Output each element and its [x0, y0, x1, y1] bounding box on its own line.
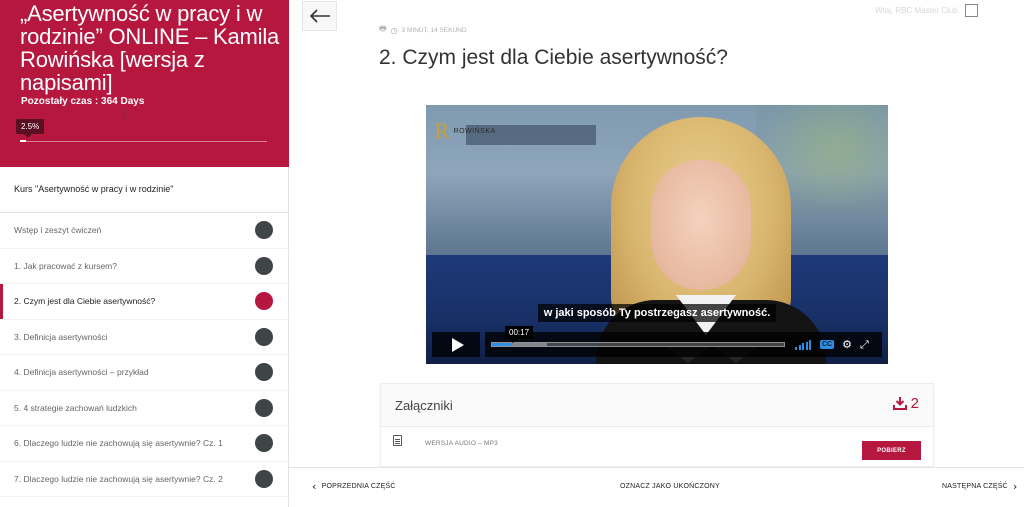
back-button[interactable]: [302, 1, 337, 31]
lesson-label: Wstęp i zeszyt ćwiczeń: [14, 225, 102, 236]
mark-complete-button[interactable]: OZNACZ JAKO UKOŃCZONY: [620, 483, 720, 490]
attachments-header: Załączniki 2: [381, 384, 933, 427]
seek-timecode: 00:17: [505, 326, 534, 343]
attachment-item: WERSJA AUDIO – MP3 POBIERZ: [381, 428, 933, 468]
previous-lesson-label: POPRZEDNIA CZĘŚĆ: [321, 483, 396, 490]
volume-icon[interactable]: [795, 339, 811, 350]
lesson-item[interactable]: 3. Definicja asertywności: [0, 320, 289, 355]
video-frame-person-face: [651, 160, 751, 290]
text-cursor-icon: Ⅰ: [122, 108, 126, 122]
closed-captions-button[interactable]: CC: [820, 340, 835, 349]
lesson-item[interactable]: 5. 4 strategie zachowań ludzkich: [0, 391, 289, 426]
lesson-item[interactable]: 4. Definicja asertywności – przykład: [0, 355, 289, 391]
course-header: „Asertywność w pracy i w rodzinie” ONLIN…: [0, 0, 289, 167]
video-logo-text: ROWIŃSKA: [453, 127, 496, 135]
fullscreen-icon[interactable]: ⤢: [860, 338, 869, 352]
chevron-left-icon: ‹: [312, 480, 317, 493]
video-subtitle: w jaki sposób Ty postrzegasz asertywność…: [426, 303, 888, 322]
next-lesson-link[interactable]: NASTĘPNA CZĘŚĆ ›: [942, 480, 1018, 493]
lesson-label: 5. 4 strategie zachowań ludzkich: [14, 402, 137, 413]
lesson-meta: 🖶 ◷ 3 MINUT, 14 SEKUND: [379, 23, 467, 37]
course-sidebar: „Asertywność w pracy i w rodzinie” ONLIN…: [0, 0, 289, 507]
lesson-status-dot: [255, 363, 273, 382]
lesson-status-dot: [255, 469, 273, 488]
chevron-right-icon: ›: [1012, 480, 1018, 493]
lesson-status-dot: [255, 221, 273, 240]
watermark: Wtaj, RBC Master Club: [875, 4, 978, 17]
lesson-item-active[interactable]: 2. Czym jest dla Ciebie asertywność?: [0, 284, 289, 320]
lesson-label: 4. Definicja asertywności – przykład: [14, 367, 149, 378]
previous-lesson-link[interactable]: ‹ POPRZEDNIA CZĘŚĆ: [312, 480, 396, 493]
played-fill: [492, 343, 513, 346]
checkbox[interactable]: [964, 4, 978, 17]
lesson-item[interactable]: 7. Dlaczego ludzie nie zachowują się ase…: [0, 462, 289, 497]
course-title: „Asertywność w pracy i w rodzinie” ONLIN…: [20, 1, 280, 95]
attachments-panel: Załączniki 2 WERSJA AUDIO – MP3 POBIERZ: [380, 383, 934, 467]
lesson-label: 3. Definicja asertywności: [14, 331, 108, 342]
player-controls: CC ⚙ ⤢: [432, 332, 882, 357]
seek-bar[interactable]: [491, 342, 785, 347]
lesson-status-dot: [255, 398, 273, 417]
attachments-count-value: 2: [910, 395, 919, 412]
lesson-status-dot: [255, 256, 273, 275]
course-section-label: Kurs "Asertywność w pracy i w rodzinie": [0, 167, 289, 213]
settings-gear-icon[interactable]: ⚙: [842, 338, 852, 351]
download-button[interactable]: POBIERZ: [862, 441, 921, 460]
lesson-label: 2. Czym jest dla Ciebie asertywność?: [14, 296, 156, 307]
lesson-status-dot: [255, 434, 273, 453]
video-player[interactable]: R ROWIŃSKA w jaki sposób Ty postrzegasz …: [426, 105, 888, 364]
lesson-label: 7. Dlaczego ludzie nie zachowują się ase…: [14, 473, 223, 484]
lesson-list: Wstęp i zeszyt ćwiczeń 1. Jak pracować z…: [0, 213, 289, 497]
lesson-item[interactable]: 1. Jak pracować z kursem?: [0, 249, 289, 284]
lesson-item[interactable]: 6. Dlaczego ludzie nie zachowują się ase…: [0, 426, 289, 462]
attachment-name: WERSJA AUDIO – MP3: [425, 440, 498, 447]
next-lesson-label: NASTĘPNA CZĘŚĆ: [942, 483, 1008, 490]
clock-icon: ◷: [390, 25, 398, 35]
lesson-status-dot: [255, 327, 273, 346]
lesson-page: „Asertywność w pracy i w rodzinie” ONLIN…: [0, 0, 1024, 507]
attachments-title: Załączniki: [395, 398, 453, 413]
lesson-item[interactable]: Wstęp i zeszyt ćwiczeń: [0, 213, 289, 249]
lesson-status-dot: [255, 292, 273, 311]
time-left: Pozostały czas : 364 Days: [21, 96, 145, 107]
course-progress-fill: [20, 140, 27, 142]
play-button[interactable]: [432, 332, 480, 357]
watermark-text: Wtaj, RBC Master Club: [875, 6, 958, 15]
progress-badge: 2.5%: [16, 119, 45, 138]
lesson-label: 1. Jak pracować z kursem?: [14, 260, 117, 271]
file-icon: [393, 435, 402, 446]
print-icon[interactable]: 🖶: [379, 23, 387, 37]
lesson-label: 6. Dlaczego ludzie nie zachowują się ase…: [14, 438, 223, 449]
play-icon: [451, 337, 464, 352]
attachments-count: 2: [892, 395, 919, 412]
subtitle-text: w jaki sposób Ty postrzegasz asertywność…: [537, 304, 777, 322]
course-progress-bar: [20, 140, 267, 142]
lesson-navigation: ‹ POPRZEDNIA CZĘŚĆ OZNACZ JAKO UKOŃCZONY…: [289, 467, 1024, 507]
lesson-duration: 3 MINUT, 14 SEKUND: [401, 26, 467, 34]
video-logo: R ROWIŃSKA: [434, 119, 496, 143]
lesson-title: 2. Czym jest dla Ciebie asertywność?: [379, 46, 728, 69]
download-icon: [892, 397, 907, 410]
player-control-bar: CC ⚙ ⤢: [485, 332, 882, 357]
arrow-left-icon: [309, 9, 330, 23]
logo-glyph-icon: R: [434, 119, 450, 143]
